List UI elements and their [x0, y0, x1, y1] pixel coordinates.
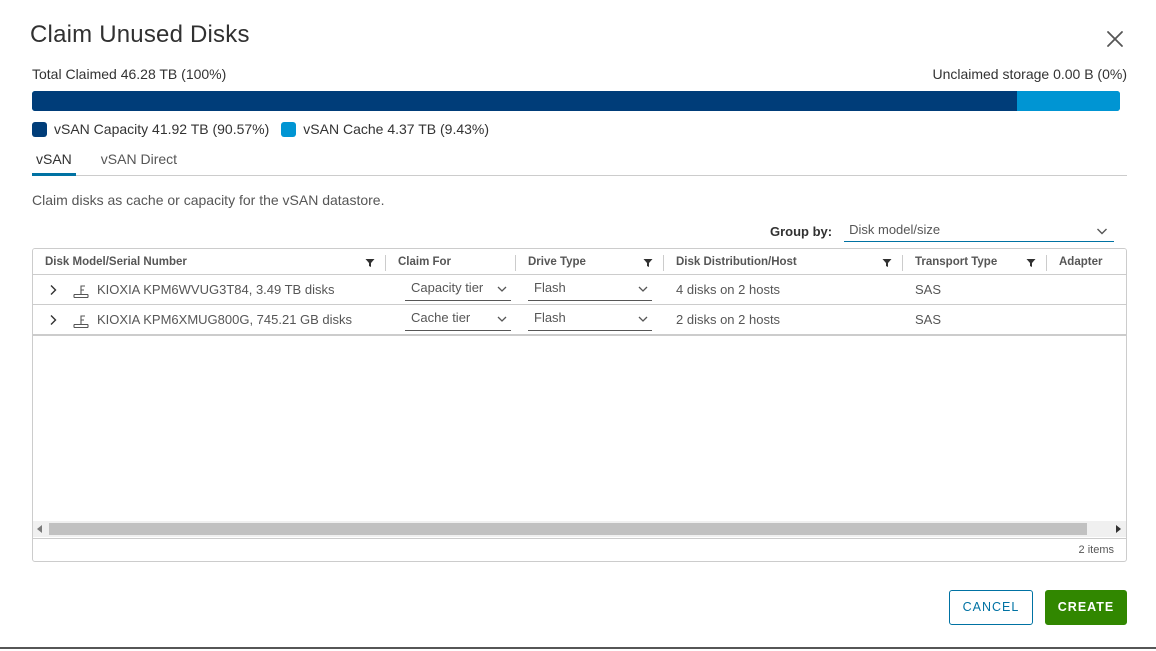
storage-legend: vSAN Capacity 41.92 TB (90.57%) vSAN Cac…: [32, 120, 501, 138]
capacity-segment: [32, 91, 1018, 111]
total-claimed-text: Total Claimed 46.28 TB (100%): [32, 66, 227, 82]
column-header-disk-model[interactable]: Disk Model/Serial Number: [33, 249, 385, 275]
claim-for-value: Capacity tier: [411, 280, 484, 295]
chevron-down-icon: [1097, 228, 1108, 235]
unclaimed-storage-text: Unclaimed storage 0.00 B (0%): [932, 66, 1127, 82]
scroll-left-icon[interactable]: [37, 525, 43, 533]
legend-cache-label: vSAN Cache 4.37 TB (9.43%): [303, 121, 490, 137]
group-by-control: Group by: Disk model/size: [770, 219, 1115, 243]
disk-grid: Disk Model/Serial Number Claim For Drive…: [32, 248, 1127, 562]
tab-bar: vSAN vSAN Direct: [32, 148, 1127, 176]
create-button[interactable]: CREATE: [1045, 590, 1127, 625]
cache-segment: [1017, 91, 1120, 111]
legend-capacity: vSAN Capacity 41.92 TB (90.57%): [32, 121, 269, 137]
column-header-transport-type[interactable]: Transport Type: [903, 249, 1046, 275]
column-header-claim-for-label: Claim For: [398, 256, 452, 268]
group-by-label: Group by:: [770, 223, 833, 239]
cancel-button[interactable]: CANCEL: [949, 590, 1033, 625]
disk-distribution-cell: 4 disks on 2 hosts: [676, 282, 781, 297]
disk-distribution-cell: 2 disks on 2 hosts: [676, 312, 781, 327]
chevron-right-icon[interactable]: [47, 314, 59, 326]
column-header-drive-type[interactable]: Drive Type: [516, 249, 663, 275]
drive-type-value: Flash: [534, 280, 566, 295]
item-count: 2 items: [1078, 544, 1114, 556]
grid-footer: 2 items: [33, 538, 1126, 561]
chevron-down-icon: [497, 286, 507, 292]
dialog-title: Claim Unused Disks: [30, 21, 250, 48]
rows-divider: [33, 335, 1126, 336]
transport-type-cell: SAS: [915, 282, 942, 297]
horizontal-scrollbar[interactable]: [33, 521, 1126, 537]
column-header-disk-distribution-label: Disk Distribution/Host: [676, 256, 797, 268]
close-icon: [1107, 31, 1123, 47]
chevron-down-icon: [497, 316, 507, 322]
disk-model-cell: KIOXIA KPM6XMUG800G, 745.21 GB disks: [97, 312, 353, 327]
scroll-right-icon[interactable]: [1115, 525, 1121, 533]
grid-header: Disk Model/Serial Number Claim For Drive…: [33, 249, 1126, 275]
filter-icon[interactable]: [1026, 258, 1036, 268]
column-header-claim-for[interactable]: Claim For: [386, 249, 515, 275]
drive-type-select[interactable]: Flash: [528, 309, 652, 331]
claim-for-value: Cache tier: [411, 310, 471, 325]
column-header-adapter[interactable]: Adapter: [1047, 249, 1126, 275]
table-row[interactable]: KIOXIA KPM6WVUG3T84, 3.49 TB disks Capac…: [33, 275, 1126, 305]
filter-icon[interactable]: [882, 258, 892, 268]
chevron-down-icon: [638, 286, 648, 292]
column-header-adapter-label: Adapter: [1059, 256, 1103, 268]
drive-type-value: Flash: [534, 310, 566, 325]
capacity-swatch: [32, 121, 47, 137]
tab-vsan[interactable]: vSAN: [32, 148, 76, 176]
drive-type-select[interactable]: Flash: [528, 279, 652, 301]
filter-icon[interactable]: [365, 258, 375, 268]
chevron-right-icon[interactable]: [47, 284, 59, 296]
description-text: Claim disks as cache or capacity for the…: [32, 192, 385, 208]
disk-model-cell: KIOXIA KPM6WVUG3T84, 3.49 TB disks: [97, 282, 335, 297]
transport-type-cell: SAS: [915, 312, 942, 327]
filter-icon[interactable]: [643, 258, 653, 268]
storage-usage-bar: [32, 91, 1120, 111]
legend-capacity-label: vSAN Capacity 41.92 TB (90.57%): [54, 121, 270, 137]
claim-for-select[interactable]: Capacity tier: [405, 279, 511, 301]
column-header-drive-type-label: Drive Type: [528, 256, 586, 268]
disk-icon: [73, 315, 89, 329]
claim-for-select[interactable]: Cache tier: [405, 309, 511, 331]
legend-cache: vSAN Cache 4.37 TB (9.43%): [281, 121, 489, 137]
chevron-down-icon: [638, 316, 648, 322]
column-header-disk-model-label: Disk Model/Serial Number: [45, 256, 187, 268]
disk-icon: [73, 285, 89, 299]
scrollbar-thumb[interactable]: [49, 523, 1087, 535]
group-by-value: Disk model/size: [849, 222, 941, 237]
table-row[interactable]: KIOXIA KPM6XMUG800G, 745.21 GB disks Cac…: [33, 305, 1126, 335]
tab-vsan-direct[interactable]: vSAN Direct: [97, 148, 181, 176]
column-header-transport-type-label: Transport Type: [915, 256, 998, 268]
group-by-select[interactable]: Disk model/size: [844, 220, 1115, 242]
claim-unused-disks-dialog: Claim Unused Disks Total Claimed 46.28 T…: [0, 0, 1156, 649]
column-header-disk-distribution[interactable]: Disk Distribution/Host: [664, 249, 902, 275]
cache-swatch: [281, 121, 297, 137]
close-button[interactable]: [1104, 28, 1126, 50]
